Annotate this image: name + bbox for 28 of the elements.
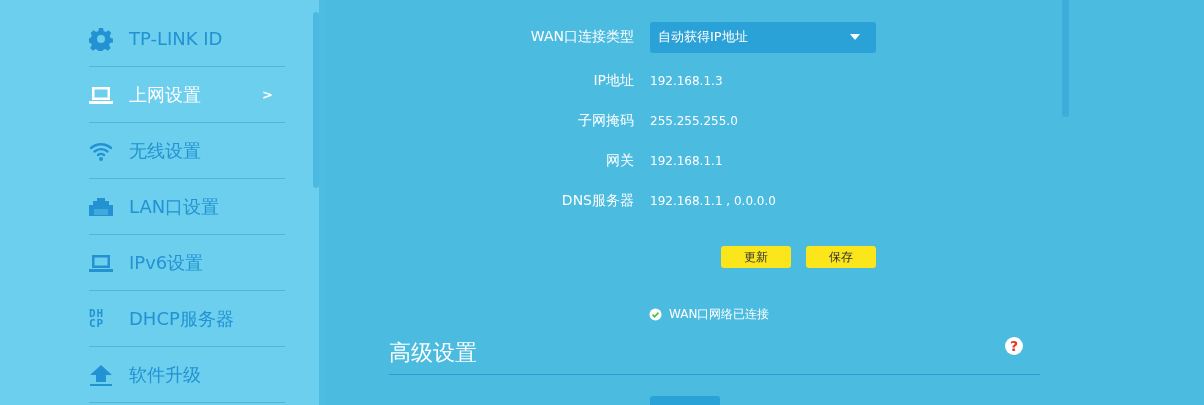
sidebar-item[interactable]: IPv6设置 [89,235,285,291]
field-label: 子网掩码 [577,112,634,130]
upload-icon [89,362,113,387]
action-button[interactable]: 更新 [721,246,791,268]
help-button[interactable]: ? [1005,337,1023,355]
section-heading: 高级设置 [389,339,477,367]
caret-icon [850,34,860,40]
sidebar-item[interactable]: 无线设置 [89,123,285,179]
sidebar-item[interactable]: 软件升级 [89,347,285,403]
dhcp-icon: DH CP [89,306,113,331]
field-label: WAN口连接类型 [529,28,634,46]
field-value: 192.168.1.1 , 0.0.0.0 [650,194,776,208]
field-label: IP地址 [592,72,634,90]
action-button[interactable]: 保存 [806,246,876,268]
field-value: 192.168.1.3 [650,74,723,88]
connection-type-dropdown[interactable]: 自动获得IP地址 [650,21,876,53]
field-label: 网关 [605,152,634,170]
field-label: DNS服务器 [560,192,634,210]
sidebar-item[interactable]: TP-LINK ID [89,11,285,67]
sidebar-item[interactable]: 上网设置 > [89,67,285,123]
sidebar-item[interactable]: DH CP DHCP服务器 [89,291,285,347]
sidebar-item[interactable]: LAN口设置 [89,179,285,235]
button[interactable] [650,396,720,405]
field-value: 255.255.255.0 [650,114,738,128]
gear-icon [89,26,113,51]
scrollbar[interactable] [313,12,319,188]
field-value: 192.168.1.1 [650,154,723,168]
status-text: WAN口网络已连接 [669,306,770,323]
